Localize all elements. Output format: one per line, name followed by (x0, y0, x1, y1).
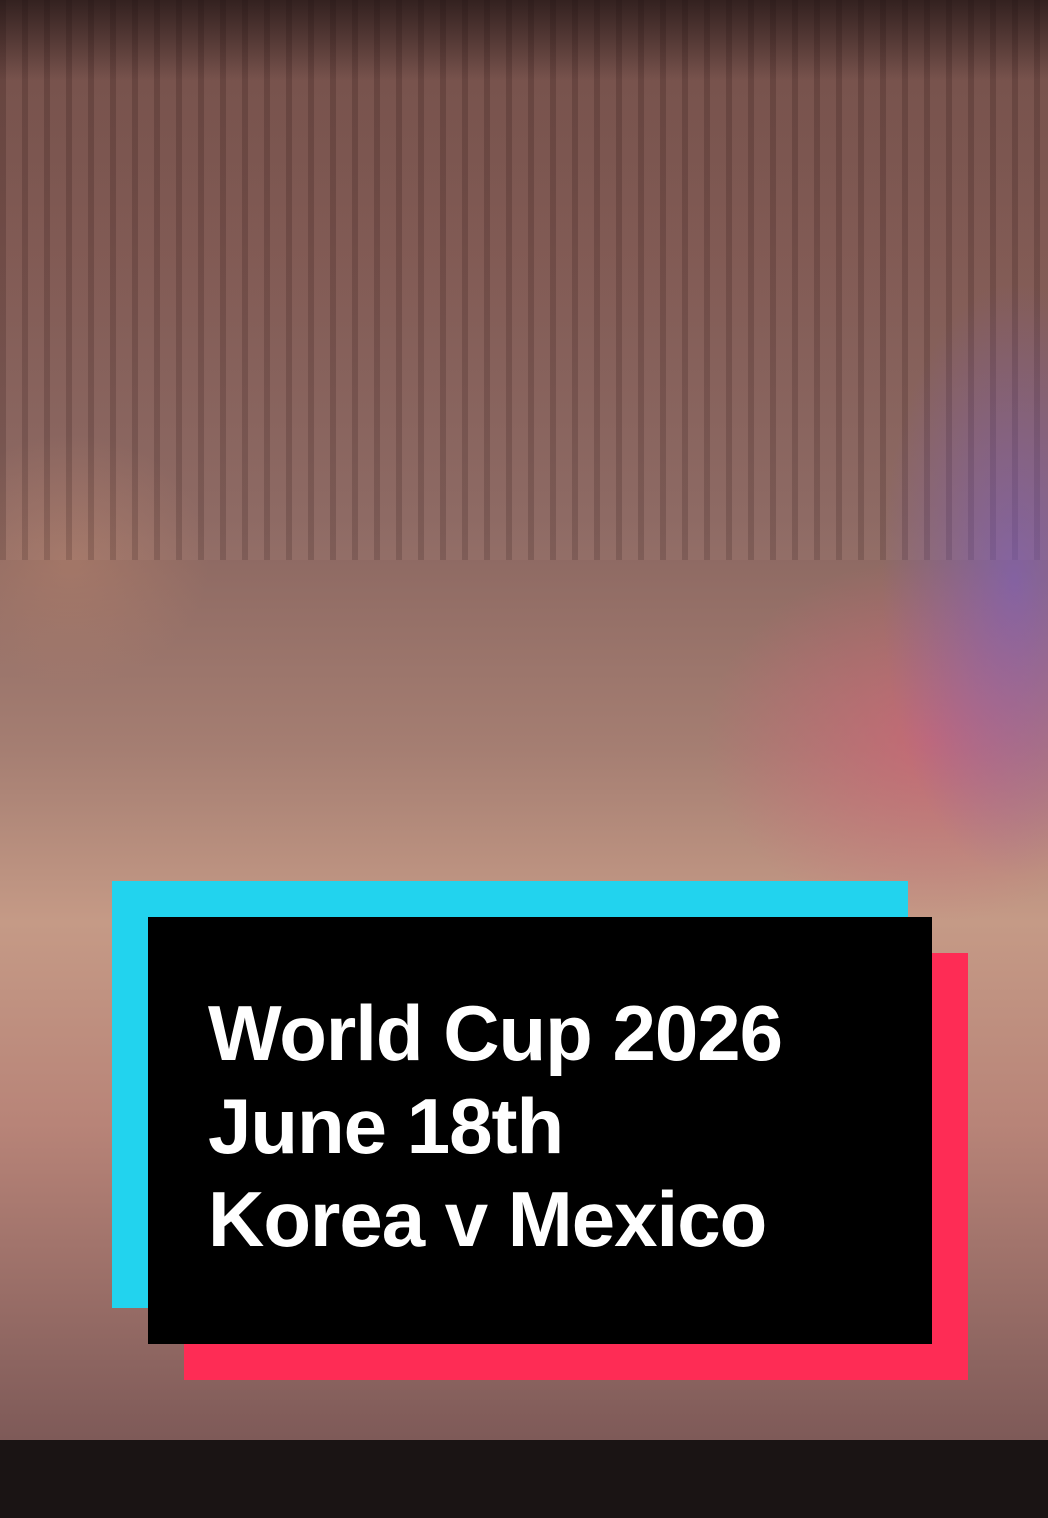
caption-card: World Cup 2026 June 18th Korea v Mexico (112, 881, 968, 1380)
caption-text: World Cup 2026 June 18th Korea v Mexico (208, 987, 783, 1266)
caption-line-match: Korea v Mexico (208, 1175, 767, 1263)
caption-line-title: World Cup 2026 (208, 989, 783, 1077)
bottom-bar (0, 1440, 1048, 1518)
top-shadow (0, 0, 1048, 80)
caption-line-date: June 18th (208, 1082, 564, 1170)
caption-box: World Cup 2026 June 18th Korea v Mexico (148, 917, 932, 1344)
stage-light (880, 280, 1048, 880)
